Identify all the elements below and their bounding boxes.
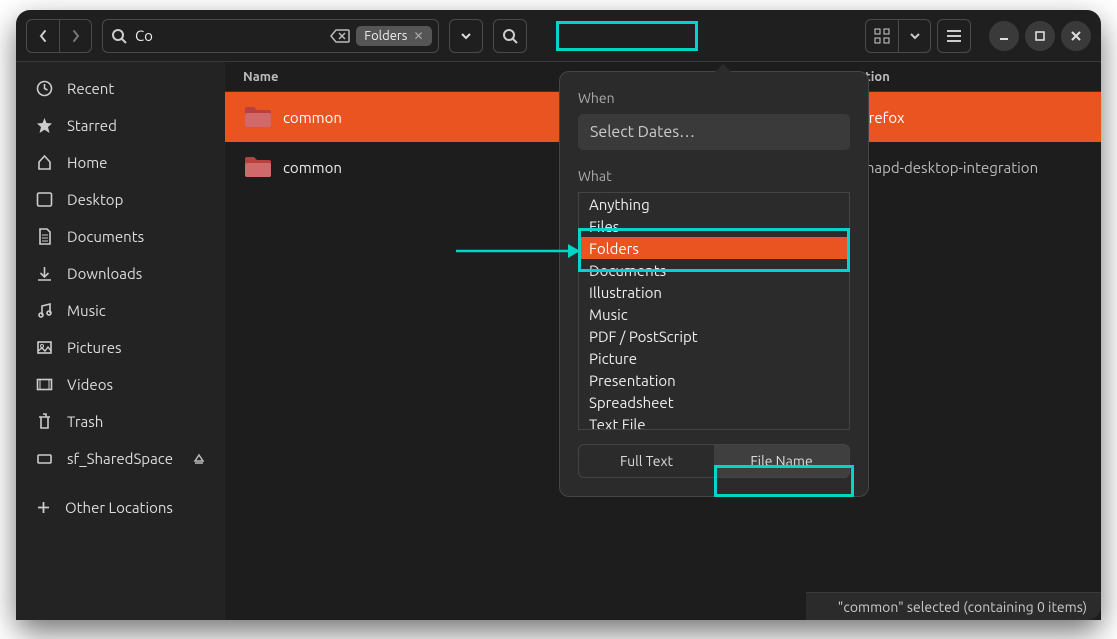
search-field[interactable]: Folders ✕ [102,19,439,53]
sidebar-item-label: Home [67,154,107,171]
close-icon [1070,30,1082,42]
search-mode-switch: Full Text File Name [578,444,850,478]
maximize-button[interactable] [1025,21,1055,51]
folder-icon [243,105,273,129]
when-label: When [578,90,850,106]
toolbar-right [865,19,1091,53]
sidebar-item-downloads[interactable]: Downloads [16,255,225,292]
date-selector[interactable]: Select Dates… [578,114,850,150]
view-dropdown-button[interactable] [898,20,930,52]
grid-view-button[interactable] [866,20,898,52]
type-item-anything[interactable]: Anything [579,193,849,215]
search-icon [502,28,518,44]
filter-chip-folders[interactable]: Folders ✕ [356,26,431,46]
desktop-icon [36,191,53,208]
type-item-files[interactable]: Files [579,215,849,237]
sidebar-item-trash[interactable]: Trash [16,403,225,440]
drive-icon [36,450,53,467]
video-icon [36,376,53,393]
sidebar-item-starred[interactable]: Starred [16,107,225,144]
document-icon [36,228,53,245]
sidebar-item-label: Videos [67,376,113,393]
sidebar-item-label: Trash [67,413,103,430]
maximize-icon [1034,30,1046,42]
minimize-icon [998,30,1010,42]
type-item-music[interactable]: Music [579,303,849,325]
filter-popover: When Select Dates… What Anything Files F… [559,71,869,497]
forward-button[interactable] [59,20,91,52]
annotation-arrow [456,242,581,260]
type-item-pdf[interactable]: PDF / PostScript [579,325,849,347]
status-bar: "common" selected (containing 0 items) [806,592,1101,620]
row-name: common [283,159,342,176]
type-item-picture[interactable]: Picture [579,347,849,369]
sidebar-item-pictures[interactable]: Pictures [16,329,225,366]
chevron-right-icon [71,29,81,43]
sidebar: Recent Starred Home Desktop Documents Do… [16,62,225,620]
sidebar-item-label: Downloads [67,265,142,282]
chevron-left-icon [38,29,48,43]
what-label: What [578,168,850,184]
chevron-down-icon [460,32,472,40]
type-item-illustration[interactable]: Illustration [579,281,849,303]
back-button[interactable] [27,20,59,52]
sidebar-item-label: Documents [67,228,144,245]
sidebar-item-home[interactable]: Home [16,144,225,181]
hamburger-menu-button[interactable] [937,19,971,53]
filter-dropdown-button[interactable] [449,19,483,53]
hamburger-icon [946,29,962,43]
filter-chip-label: Folders [364,29,407,43]
plus-icon [36,500,51,515]
eject-icon[interactable] [193,453,205,465]
sidebar-item-other-locations[interactable]: Other Locations [16,489,225,526]
close-button[interactable] [1061,21,1091,51]
sidebar-item-label: Pictures [67,339,122,356]
backspace-icon[interactable] [330,29,350,43]
sidebar-item-label: Starred [67,117,117,134]
sidebar-item-label: sf_SharedSpace [67,450,173,467]
sidebar-item-music[interactable]: Music [16,292,225,329]
view-switcher [865,19,931,53]
file-manager-window: Folders ✕ [16,10,1101,620]
minimize-button[interactable] [989,21,1019,51]
sidebar-item-label: Music [67,302,106,319]
filter-chip-area: Folders ✕ [330,26,431,46]
download-icon [36,265,53,282]
status-text: "common" selected (containing 0 items) [838,599,1087,615]
sidebar-item-desktop[interactable]: Desktop [16,181,225,218]
search-icon [111,28,127,44]
mode-filename[interactable]: File Name [714,445,849,477]
close-icon[interactable]: ✕ [413,29,423,43]
nav-buttons [26,19,92,53]
type-item-presentation[interactable]: Presentation [579,369,849,391]
music-icon [36,302,53,319]
sidebar-item-shared[interactable]: sf_SharedSpace [16,440,225,477]
trash-icon [36,413,53,430]
sidebar-item-recent[interactable]: Recent [16,70,225,107]
type-item-textfile[interactable]: Text File [579,413,849,430]
folder-icon [243,155,273,179]
mode-fulltext[interactable]: Full Text [579,445,714,477]
pictures-icon [36,339,53,356]
sidebar-item-label: Desktop [67,191,123,208]
star-icon [36,117,53,134]
type-item-folders[interactable]: Folders [579,237,849,259]
type-list[interactable]: Anything Files Folders Documents Illustr… [578,192,850,430]
date-placeholder: Select Dates… [590,123,695,141]
sidebar-item-documents[interactable]: Documents [16,218,225,255]
type-item-documents[interactable]: Documents [579,259,849,281]
sidebar-item-videos[interactable]: Videos [16,366,225,403]
home-icon [36,154,53,171]
sidebar-item-label: Other Locations [65,499,173,516]
sidebar-item-label: Recent [67,80,114,97]
type-item-spreadsheet[interactable]: Spreadsheet [579,391,849,413]
search-toggle-button[interactable] [493,19,527,53]
chevron-down-icon [910,32,920,40]
row-name: common [283,109,342,126]
header-bar: Folders ✕ [16,10,1101,62]
grid-icon [874,28,890,44]
clock-icon [36,80,53,97]
